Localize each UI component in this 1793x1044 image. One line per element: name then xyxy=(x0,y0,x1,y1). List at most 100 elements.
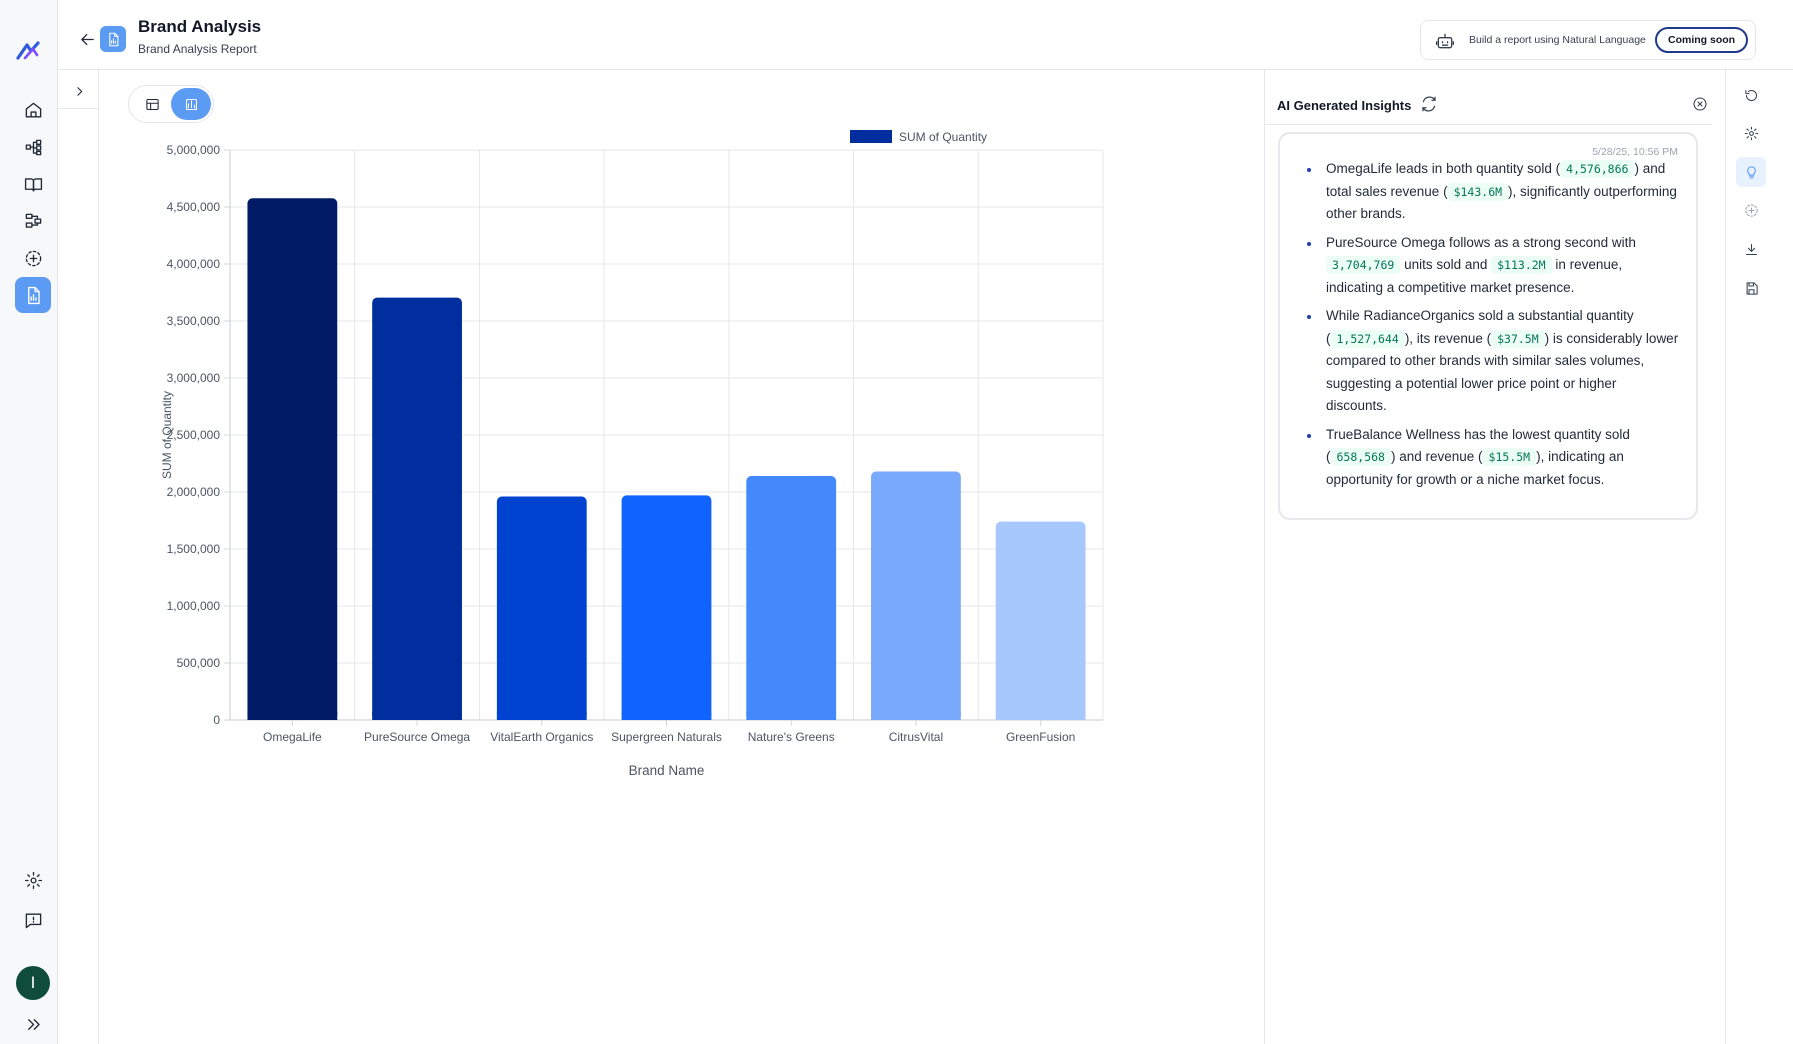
y-axis-title: SUM of Quantity xyxy=(160,391,174,479)
sparkle-dashed-icon xyxy=(1744,203,1758,217)
nav-home-button[interactable] xyxy=(15,92,51,128)
metric-chip: 1,527,644 xyxy=(1330,329,1405,348)
y-tick-label: 2,500,000 xyxy=(167,428,221,442)
chart-view-button[interactable] xyxy=(171,88,211,120)
x-tick-label: OmegaLife xyxy=(263,730,322,744)
expand-filters-button[interactable] xyxy=(68,80,90,102)
bar xyxy=(746,476,837,720)
nav-lineage-button[interactable] xyxy=(15,129,51,165)
bar xyxy=(372,297,462,720)
nav-settings-button[interactable] xyxy=(15,862,51,898)
legend-swatch xyxy=(850,130,892,143)
y-tick-label: 2,000,000 xyxy=(167,485,221,499)
insight-list: OmegaLife leads in both quantity sold (4… xyxy=(1304,158,1680,497)
back-button[interactable] xyxy=(76,28,98,50)
report-badge xyxy=(100,26,126,52)
bar-base xyxy=(995,712,1086,720)
metric-chip: 3,704,769 xyxy=(1326,256,1401,274)
save-icon xyxy=(1746,281,1758,295)
table-view-button[interactable] xyxy=(132,88,172,120)
report-icon xyxy=(108,32,118,46)
metric-chip: $37.5M xyxy=(1491,329,1545,348)
user-avatar[interactable]: I xyxy=(16,966,50,1000)
bar-base xyxy=(871,712,961,720)
gear-icon xyxy=(24,871,42,889)
y-tick-label: 500,000 xyxy=(177,656,221,670)
bar xyxy=(247,198,338,720)
save-button[interactable] xyxy=(1736,273,1766,303)
coming-soon-button[interactable]: Coming soon xyxy=(1655,27,1749,53)
chart-settings-button[interactable] xyxy=(1736,118,1766,148)
natural-language-report-box: Build a report using Natural Language Co… xyxy=(1420,20,1756,60)
bar-base xyxy=(247,712,338,720)
bar-chart: 0 500,000 1,000,000 1,500,000 2,000,000 2,500… xyxy=(160,130,1104,778)
divider xyxy=(58,108,98,109)
bar-chart-icon xyxy=(185,98,197,110)
x-axis-title: Brand Name xyxy=(629,763,705,778)
insights-title: AI Generated Insights xyxy=(1277,98,1412,113)
history-button[interactable] xyxy=(1736,80,1766,110)
gear-icon xyxy=(1744,126,1758,140)
bar xyxy=(871,471,961,720)
view-mode-toggle xyxy=(128,85,214,123)
nav-library-button[interactable] xyxy=(15,166,51,202)
bar-base xyxy=(621,712,712,720)
insights-toggle-button[interactable] xyxy=(1736,157,1766,187)
table-icon xyxy=(145,98,159,110)
home-icon xyxy=(25,102,41,118)
download-icon xyxy=(1745,243,1757,255)
metric-chip: $143.6M xyxy=(1447,182,1509,201)
x-tick-label: Nature's Greens xyxy=(748,730,835,744)
x-tick-label: VitalEarth Organics xyxy=(490,730,593,744)
bar xyxy=(496,496,587,720)
nav-models-button[interactable] xyxy=(15,203,51,239)
x-tick-label: PureSource Omega xyxy=(364,730,470,744)
lightbulb-icon xyxy=(1746,165,1756,179)
metric-chip: $113.2M xyxy=(1491,256,1552,274)
metric-chip: 4,576,866 xyxy=(1560,160,1635,178)
refresh-insights-button[interactable] xyxy=(1417,92,1441,116)
ai-assist-button[interactable] xyxy=(1736,195,1766,225)
nav-ai-button[interactable] xyxy=(15,240,51,276)
feedback-icon xyxy=(25,912,41,928)
page-subtitle: Brand Analysis Report xyxy=(138,42,257,56)
expand-nav-button[interactable] xyxy=(15,1006,51,1042)
bar xyxy=(621,495,712,720)
download-button[interactable] xyxy=(1736,234,1766,264)
y-tick-label: 4,000,000 xyxy=(167,257,221,271)
bar-chart-container: 0 500,000 1,000,000 1,500,000 2,000,000 2,500… xyxy=(100,130,1264,910)
robot-icon xyxy=(1435,31,1455,51)
x-tick-label: CitrusVital xyxy=(889,730,943,744)
nav-feedback-button[interactable] xyxy=(15,902,51,938)
nav-reports-button[interactable] xyxy=(15,277,51,313)
refresh-icon xyxy=(1422,96,1436,112)
hierarchy-icon xyxy=(25,139,41,155)
y-tick-label: 3,500,000 xyxy=(167,314,221,328)
legend-label: SUM of Quantity xyxy=(899,130,987,144)
undo-history-icon xyxy=(1744,89,1757,101)
report-icon xyxy=(27,286,40,304)
y-tick-label: 0 xyxy=(213,713,220,727)
y-tick-label: 1,000,000 xyxy=(167,599,221,613)
y-tick-label: 3,000,000 xyxy=(167,371,221,385)
metric-chip: $15.5M xyxy=(1482,448,1537,466)
x-tick-label: GreenFusion xyxy=(1006,730,1075,744)
chevron-right-icon xyxy=(76,86,82,96)
insight-item: OmegaLife leads in both quantity sold (4… xyxy=(1304,158,1680,226)
filters-collapse-column xyxy=(58,70,99,1044)
y-tick-label: 4,500,000 xyxy=(167,200,221,214)
app-logo-icon[interactable] xyxy=(14,36,44,66)
schema-icon xyxy=(25,213,41,228)
metric-chip: 658,568 xyxy=(1330,448,1391,466)
double-chevron-right-icon xyxy=(27,1018,40,1030)
insight-item: While RadianceOrganics sold a substantia… xyxy=(1304,305,1680,418)
avatar-initial: I xyxy=(30,973,36,992)
close-insights-button[interactable] xyxy=(1688,92,1712,116)
book-icon xyxy=(24,177,42,192)
arrow-left-icon xyxy=(80,33,94,45)
ai-insights-panel: AI Generated Insights 5/28/25, 10:56 PM … xyxy=(1265,70,1725,1044)
bar-base xyxy=(372,712,462,720)
bar xyxy=(995,521,1086,720)
bar-base xyxy=(496,712,587,720)
left-nav-rail: I xyxy=(0,0,58,1044)
